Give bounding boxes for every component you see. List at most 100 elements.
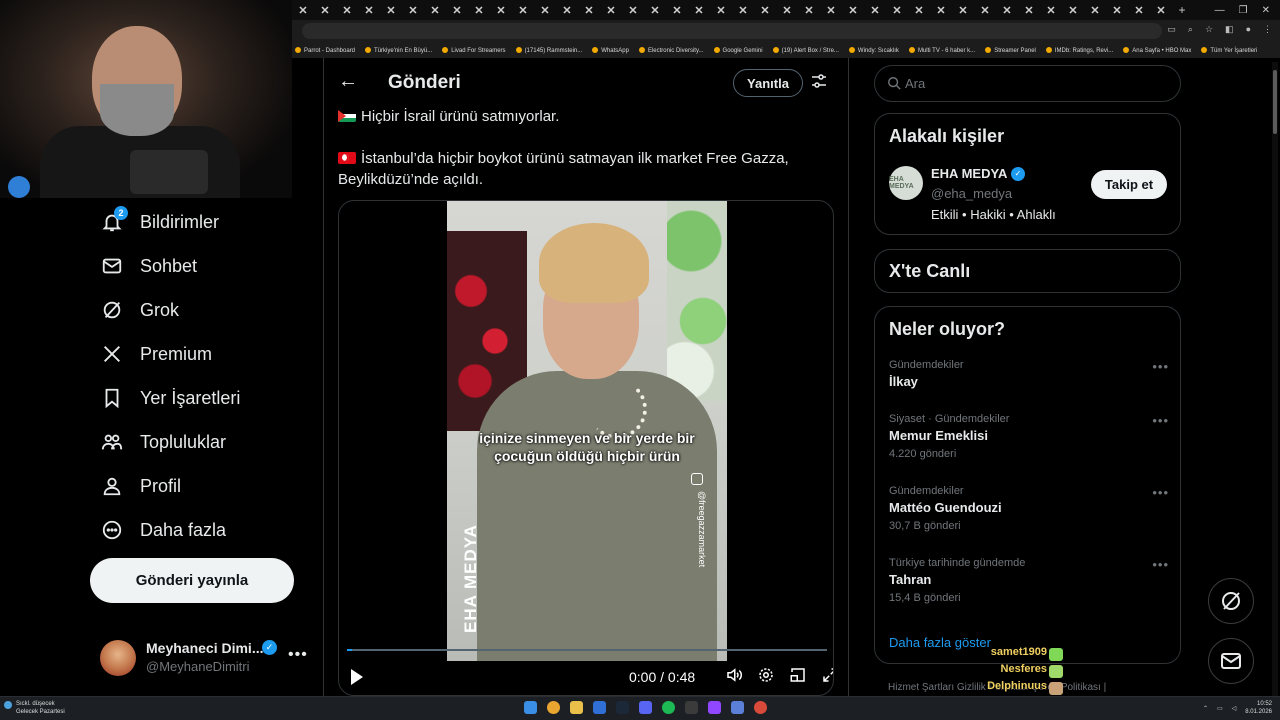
nav-more[interactable]: Daha fazla xyxy=(90,508,310,552)
nav-bookmarks[interactable]: Yer İşaretleri xyxy=(90,376,310,420)
filter-icon[interactable] xyxy=(811,73,827,89)
x-tab[interactable]: ✕ xyxy=(820,4,842,17)
x-live-panel[interactable]: X'te Canlı xyxy=(874,249,1181,293)
spotify-icon[interactable] xyxy=(662,701,675,714)
x-tab[interactable]: ✕ xyxy=(622,4,644,17)
more-icon[interactable]: ••• xyxy=(288,646,308,664)
x-tab[interactable]: ✕ xyxy=(754,4,776,17)
x-tab[interactable]: ✕ xyxy=(446,4,468,17)
x-tab[interactable]: ✕ xyxy=(842,4,864,17)
bookmark-item[interactable]: Windy: Sıcaklık xyxy=(848,46,899,54)
trend-item[interactable]: Siyaset · Gündemdekiler Memur Emeklisi 4… xyxy=(889,413,1169,460)
bookmark-item[interactable]: Ana Sayfa • HBO Max xyxy=(1123,46,1191,54)
page-scrollbar[interactable] xyxy=(1272,62,1278,696)
more-icon[interactable]: ••• xyxy=(1152,359,1169,374)
more-icon[interactable]: ••• xyxy=(1152,485,1169,500)
zoom-icon[interactable]: ⌕ xyxy=(1188,24,1193,35)
x-tab[interactable]: ✕ xyxy=(798,4,820,17)
x-tab[interactable]: ✕ xyxy=(534,4,556,17)
nav-profile[interactable]: Profil xyxy=(90,464,310,508)
volume-icon[interactable] xyxy=(723,666,745,688)
x-tab[interactable]: ✕ xyxy=(556,4,578,17)
x-tab[interactable]: ✕ xyxy=(468,4,490,17)
x-tab[interactable]: ✕ xyxy=(402,4,424,17)
x-tab[interactable]: ✕ xyxy=(512,4,534,17)
x-tab[interactable]: ✕ xyxy=(666,4,688,17)
x-tab[interactable]: ✕ xyxy=(1040,4,1062,17)
trend-item[interactable]: Türkiye tarihinde gündemde Tahran 15,4 B… xyxy=(889,557,1169,604)
chrome-icon[interactable] xyxy=(547,701,560,714)
x-tab[interactable]: ✕ xyxy=(1150,4,1172,17)
address-bar[interactable] xyxy=(302,23,1162,39)
x-tab[interactable]: ✕ xyxy=(336,4,358,17)
folder-icon[interactable] xyxy=(570,701,583,714)
obs-icon[interactable] xyxy=(754,701,767,714)
x-tab[interactable]: ✕ xyxy=(292,4,314,17)
start-icon[interactable] xyxy=(524,701,537,714)
x-tab[interactable]: ✕ xyxy=(930,4,952,17)
close-icon[interactable]: ✕ xyxy=(1262,5,1270,16)
star-icon[interactable]: ☆ xyxy=(1205,24,1213,35)
nav-grok[interactable]: Grok xyxy=(90,288,310,332)
x-tab[interactable]: ✕ xyxy=(996,4,1018,17)
weather-widget[interactable]: Sıckl. düşecek Gelecek Pazartesi xyxy=(16,700,65,716)
x-tab[interactable]: ✕ xyxy=(1018,4,1040,17)
x-tab[interactable]: ✕ xyxy=(776,4,798,17)
play-icon[interactable] xyxy=(351,669,363,685)
new-tab-icon[interactable]: + xyxy=(1172,3,1192,17)
back-arrow-icon[interactable]: ← xyxy=(338,70,358,93)
bookmark-item[interactable]: Livad For Streamers xyxy=(442,46,506,54)
maximize-icon[interactable]: ❐ xyxy=(1239,5,1248,16)
search-input[interactable]: Ara xyxy=(874,65,1181,102)
x-tab[interactable]: ✕ xyxy=(1106,4,1128,17)
menu-icon[interactable]: ⋮ xyxy=(1263,24,1272,35)
x-tab[interactable]: ✕ xyxy=(380,4,402,17)
x-tab[interactable]: ✕ xyxy=(864,4,886,17)
profile-icon[interactable]: ● xyxy=(1246,24,1251,35)
trend-item[interactable]: Gündemdekiler Mattéo Guendouzi 30,7 B gö… xyxy=(889,485,1169,532)
x-tab[interactable]: ✕ xyxy=(644,4,666,17)
nav-communities[interactable]: Topluluklar xyxy=(90,420,310,464)
x-tab[interactable]: ✕ xyxy=(710,4,732,17)
app-icon[interactable] xyxy=(685,701,698,714)
app-icon[interactable] xyxy=(593,701,606,714)
bookmark-item[interactable]: Türkiye'nin En Büyü... xyxy=(365,46,432,54)
nav-notifications[interactable]: 2 Bildirimler xyxy=(90,200,310,244)
x-tab[interactable]: ✕ xyxy=(974,4,996,17)
x-tab[interactable]: ✕ xyxy=(600,4,622,17)
avatar[interactable]: EHA MEDYA xyxy=(889,166,923,200)
bookmark-item[interactable]: Tüm Yer İşaretleri xyxy=(1201,46,1257,54)
more-icon[interactable]: ••• xyxy=(1152,557,1169,572)
x-tab[interactable]: ✕ xyxy=(908,4,930,17)
fullscreen-icon[interactable] xyxy=(819,666,833,688)
bookmark-item[interactable]: (17145) Rammstein... xyxy=(515,46,582,54)
scroll-thumb[interactable] xyxy=(1273,70,1277,134)
x-tab[interactable]: ✕ xyxy=(886,4,908,17)
related-name[interactable]: EHA MEDYA xyxy=(931,166,1007,181)
x-tab[interactable]: ✕ xyxy=(952,4,974,17)
x-tab[interactable]: ✕ xyxy=(578,4,600,17)
bookmark-item[interactable]: (19) Alert Box / Stre... xyxy=(772,46,839,54)
bookmark-item[interactable]: Multi TV - 6 haber k... xyxy=(908,46,975,54)
x-tab[interactable]: ✕ xyxy=(1084,4,1106,17)
x-tab[interactable]: ✕ xyxy=(424,4,446,17)
bookmark-item[interactable]: Electronic Diversity... xyxy=(638,46,704,54)
pip-icon[interactable] xyxy=(787,666,809,688)
bookmark-item[interactable]: IMDb: Ratings, Revi... xyxy=(1045,46,1113,54)
nav-premium[interactable]: Premium xyxy=(90,332,310,376)
cast-icon[interactable]: ▭ xyxy=(1167,24,1176,35)
bookmark-item[interactable]: Streamer Panel xyxy=(985,46,1036,54)
x-tab[interactable]: ✕ xyxy=(732,4,754,17)
messages-button[interactable] xyxy=(1208,638,1254,684)
x-tab[interactable]: ✕ xyxy=(1128,4,1150,17)
volume-icon[interactable]: ◁ xyxy=(1232,705,1237,712)
weather-icon[interactable] xyxy=(4,701,12,709)
trend-item[interactable]: Gündemdekiler İlkay ••• xyxy=(889,359,1169,389)
video-frame[interactable]: içinize sinmeyen ve bir yerde bir çocuğu… xyxy=(447,201,727,661)
chevron-up-icon[interactable]: ⌃ xyxy=(1203,705,1208,712)
x-tab[interactable]: ✕ xyxy=(314,4,336,17)
more-icon[interactable]: ••• xyxy=(1152,413,1169,428)
settings-icon[interactable] xyxy=(755,666,777,688)
bookmark-item[interactable]: Parrot - Dashboard xyxy=(295,46,355,54)
reply-button[interactable]: Yanıtla xyxy=(733,69,803,97)
